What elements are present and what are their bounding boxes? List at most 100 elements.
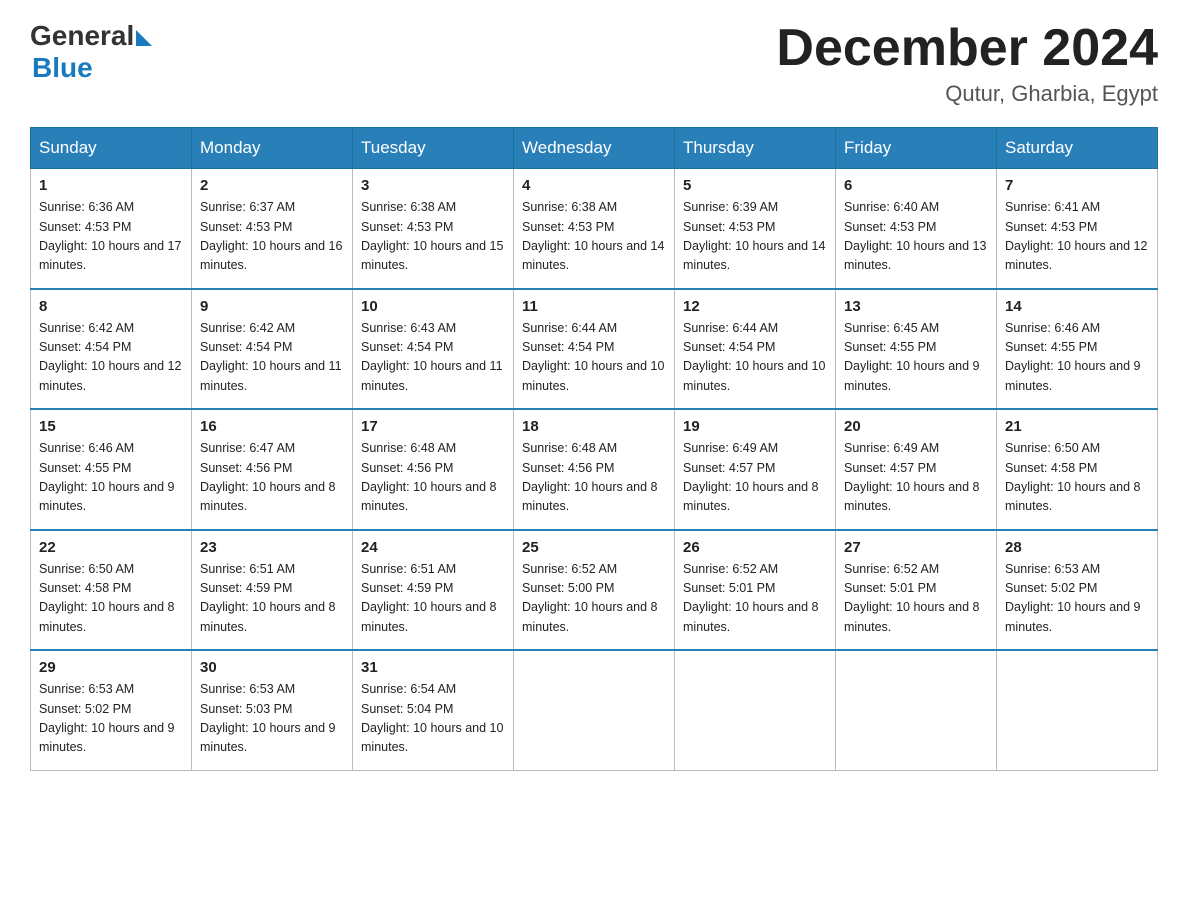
month-title: December 2024 xyxy=(776,20,1158,77)
day-info: Sunrise: 6:42 AM Sunset: 4:54 PM Dayligh… xyxy=(39,319,183,397)
day-info: Sunrise: 6:51 AM Sunset: 4:59 PM Dayligh… xyxy=(200,560,344,638)
table-row: 9 Sunrise: 6:42 AM Sunset: 4:54 PM Dayli… xyxy=(192,289,353,410)
day-info: Sunrise: 6:42 AM Sunset: 4:54 PM Dayligh… xyxy=(200,319,344,397)
day-number: 21 xyxy=(1005,418,1149,435)
table-row: 10 Sunrise: 6:43 AM Sunset: 4:54 PM Dayl… xyxy=(353,289,514,410)
day-info: Sunrise: 6:40 AM Sunset: 4:53 PM Dayligh… xyxy=(844,198,988,276)
day-number: 10 xyxy=(361,298,505,315)
table-row: 26 Sunrise: 6:52 AM Sunset: 5:01 PM Dayl… xyxy=(675,530,836,651)
day-info: Sunrise: 6:49 AM Sunset: 4:57 PM Dayligh… xyxy=(683,439,827,517)
day-info: Sunrise: 6:53 AM Sunset: 5:03 PM Dayligh… xyxy=(200,680,344,758)
day-info: Sunrise: 6:50 AM Sunset: 4:58 PM Dayligh… xyxy=(39,560,183,638)
day-info: Sunrise: 6:52 AM Sunset: 5:01 PM Dayligh… xyxy=(844,560,988,638)
weekday-header-row: Sunday Monday Tuesday Wednesday Thursday… xyxy=(31,128,1158,169)
day-info: Sunrise: 6:50 AM Sunset: 4:58 PM Dayligh… xyxy=(1005,439,1149,517)
day-info: Sunrise: 6:39 AM Sunset: 4:53 PM Dayligh… xyxy=(683,198,827,276)
day-info: Sunrise: 6:52 AM Sunset: 5:01 PM Dayligh… xyxy=(683,560,827,638)
day-number: 31 xyxy=(361,659,505,676)
table-row xyxy=(675,650,836,770)
page-header: General Blue December 2024 Qutur, Gharbi… xyxy=(30,20,1158,107)
header-saturday: Saturday xyxy=(997,128,1158,169)
day-number: 1 xyxy=(39,177,183,194)
day-number: 3 xyxy=(361,177,505,194)
table-row: 31 Sunrise: 6:54 AM Sunset: 5:04 PM Dayl… xyxy=(353,650,514,770)
day-number: 28 xyxy=(1005,539,1149,556)
day-info: Sunrise: 6:38 AM Sunset: 4:53 PM Dayligh… xyxy=(522,198,666,276)
day-info: Sunrise: 6:52 AM Sunset: 5:00 PM Dayligh… xyxy=(522,560,666,638)
table-row: 13 Sunrise: 6:45 AM Sunset: 4:55 PM Dayl… xyxy=(836,289,997,410)
table-row: 7 Sunrise: 6:41 AM Sunset: 4:53 PM Dayli… xyxy=(997,169,1158,289)
day-number: 19 xyxy=(683,418,827,435)
table-row: 20 Sunrise: 6:49 AM Sunset: 4:57 PM Dayl… xyxy=(836,409,997,530)
table-row xyxy=(836,650,997,770)
day-info: Sunrise: 6:47 AM Sunset: 4:56 PM Dayligh… xyxy=(200,439,344,517)
day-info: Sunrise: 6:48 AM Sunset: 4:56 PM Dayligh… xyxy=(361,439,505,517)
logo-triangle-icon xyxy=(136,30,152,46)
table-row: 24 Sunrise: 6:51 AM Sunset: 4:59 PM Dayl… xyxy=(353,530,514,651)
header-tuesday: Tuesday xyxy=(353,128,514,169)
logo: General Blue xyxy=(30,20,152,84)
day-number: 13 xyxy=(844,298,988,315)
calendar-week-row: 1 Sunrise: 6:36 AM Sunset: 4:53 PM Dayli… xyxy=(31,169,1158,289)
day-number: 27 xyxy=(844,539,988,556)
day-number: 22 xyxy=(39,539,183,556)
table-row: 18 Sunrise: 6:48 AM Sunset: 4:56 PM Dayl… xyxy=(514,409,675,530)
table-row: 22 Sunrise: 6:50 AM Sunset: 4:58 PM Dayl… xyxy=(31,530,192,651)
day-number: 26 xyxy=(683,539,827,556)
table-row: 3 Sunrise: 6:38 AM Sunset: 4:53 PM Dayli… xyxy=(353,169,514,289)
day-info: Sunrise: 6:53 AM Sunset: 5:02 PM Dayligh… xyxy=(39,680,183,758)
day-number: 17 xyxy=(361,418,505,435)
day-info: Sunrise: 6:36 AM Sunset: 4:53 PM Dayligh… xyxy=(39,198,183,276)
day-info: Sunrise: 6:51 AM Sunset: 4:59 PM Dayligh… xyxy=(361,560,505,638)
day-number: 6 xyxy=(844,177,988,194)
table-row: 30 Sunrise: 6:53 AM Sunset: 5:03 PM Dayl… xyxy=(192,650,353,770)
day-number: 12 xyxy=(683,298,827,315)
day-number: 9 xyxy=(200,298,344,315)
day-info: Sunrise: 6:43 AM Sunset: 4:54 PM Dayligh… xyxy=(361,319,505,397)
table-row: 27 Sunrise: 6:52 AM Sunset: 5:01 PM Dayl… xyxy=(836,530,997,651)
header-monday: Monday xyxy=(192,128,353,169)
day-info: Sunrise: 6:46 AM Sunset: 4:55 PM Dayligh… xyxy=(1005,319,1149,397)
table-row xyxy=(514,650,675,770)
table-row xyxy=(997,650,1158,770)
logo-blue: Blue xyxy=(30,52,152,84)
table-row: 21 Sunrise: 6:50 AM Sunset: 4:58 PM Dayl… xyxy=(997,409,1158,530)
table-row: 14 Sunrise: 6:46 AM Sunset: 4:55 PM Dayl… xyxy=(997,289,1158,410)
table-row: 23 Sunrise: 6:51 AM Sunset: 4:59 PM Dayl… xyxy=(192,530,353,651)
table-row: 8 Sunrise: 6:42 AM Sunset: 4:54 PM Dayli… xyxy=(31,289,192,410)
day-info: Sunrise: 6:44 AM Sunset: 4:54 PM Dayligh… xyxy=(683,319,827,397)
table-row: 25 Sunrise: 6:52 AM Sunset: 5:00 PM Dayl… xyxy=(514,530,675,651)
day-number: 8 xyxy=(39,298,183,315)
day-info: Sunrise: 6:37 AM Sunset: 4:53 PM Dayligh… xyxy=(200,198,344,276)
day-number: 15 xyxy=(39,418,183,435)
table-row: 6 Sunrise: 6:40 AM Sunset: 4:53 PM Dayli… xyxy=(836,169,997,289)
day-number: 25 xyxy=(522,539,666,556)
day-info: Sunrise: 6:54 AM Sunset: 5:04 PM Dayligh… xyxy=(361,680,505,758)
table-row: 2 Sunrise: 6:37 AM Sunset: 4:53 PM Dayli… xyxy=(192,169,353,289)
table-row: 1 Sunrise: 6:36 AM Sunset: 4:53 PM Dayli… xyxy=(31,169,192,289)
header-friday: Friday xyxy=(836,128,997,169)
table-row: 5 Sunrise: 6:39 AM Sunset: 4:53 PM Dayli… xyxy=(675,169,836,289)
title-section: December 2024 Qutur, Gharbia, Egypt xyxy=(776,20,1158,107)
calendar-table: Sunday Monday Tuesday Wednesday Thursday… xyxy=(30,127,1158,771)
day-number: 2 xyxy=(200,177,344,194)
table-row: 17 Sunrise: 6:48 AM Sunset: 4:56 PM Dayl… xyxy=(353,409,514,530)
table-row: 12 Sunrise: 6:44 AM Sunset: 4:54 PM Dayl… xyxy=(675,289,836,410)
header-thursday: Thursday xyxy=(675,128,836,169)
calendar-week-row: 29 Sunrise: 6:53 AM Sunset: 5:02 PM Dayl… xyxy=(31,650,1158,770)
table-row: 28 Sunrise: 6:53 AM Sunset: 5:02 PM Dayl… xyxy=(997,530,1158,651)
calendar-week-row: 15 Sunrise: 6:46 AM Sunset: 4:55 PM Dayl… xyxy=(31,409,1158,530)
day-info: Sunrise: 6:41 AM Sunset: 4:53 PM Dayligh… xyxy=(1005,198,1149,276)
day-number: 18 xyxy=(522,418,666,435)
day-number: 29 xyxy=(39,659,183,676)
day-number: 14 xyxy=(1005,298,1149,315)
day-number: 5 xyxy=(683,177,827,194)
day-number: 11 xyxy=(522,298,666,315)
day-number: 20 xyxy=(844,418,988,435)
logo-general: General xyxy=(30,20,134,52)
table-row: 16 Sunrise: 6:47 AM Sunset: 4:56 PM Dayl… xyxy=(192,409,353,530)
day-number: 24 xyxy=(361,539,505,556)
day-number: 23 xyxy=(200,539,344,556)
header-wednesday: Wednesday xyxy=(514,128,675,169)
day-info: Sunrise: 6:48 AM Sunset: 4:56 PM Dayligh… xyxy=(522,439,666,517)
